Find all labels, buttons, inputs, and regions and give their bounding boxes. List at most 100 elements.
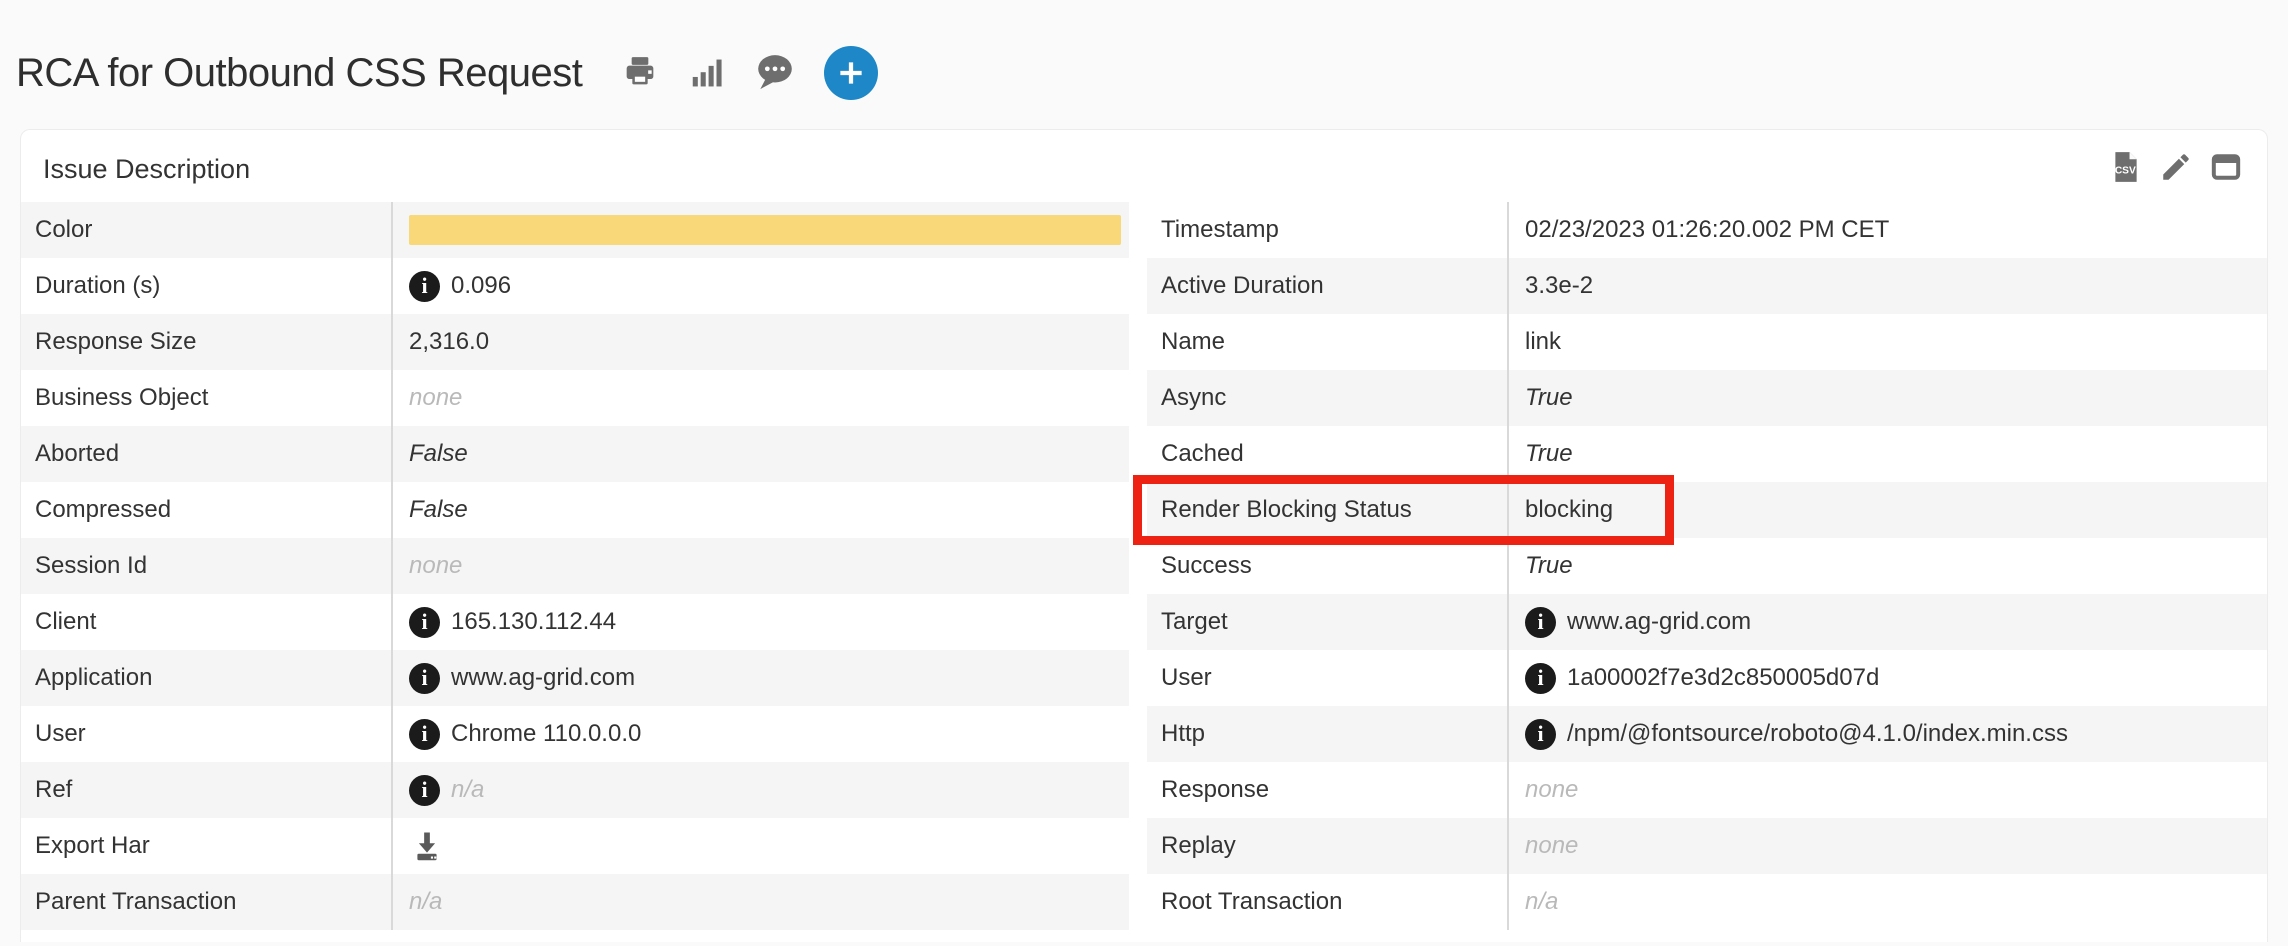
table-row: AbortedFalse [21,426,1129,482]
row-value: i www.ag-grid.com [393,650,1129,706]
value-text: False [409,496,468,524]
info-icon[interactable]: i [409,719,440,750]
row-value: True [1509,370,2267,426]
table-row: Business Objectnone [21,370,1129,426]
row-label: Replay [1147,818,1509,874]
row-label: Name [1147,314,1509,370]
info-icon[interactable]: i [1525,607,1556,638]
row-value: in/a [393,762,1129,818]
chart-bars-icon[interactable] [688,54,726,92]
row-value: 3.3e-2 [1509,258,2267,314]
panel-title: Issue Description [43,150,250,185]
info-icon[interactable]: i [1525,663,1556,694]
row-label: Http [1147,706,1509,762]
table-row: Targeti www.ag-grid.com [1147,594,2267,650]
row-label: Response Size [21,314,393,370]
value-text: n/a [1525,888,1558,916]
value-text: 1a00002f7e3d2c850005d07d [1567,664,1879,692]
csv-export-icon[interactable]: CSV [2109,150,2143,184]
value-text: 165.130.112.44 [451,608,616,636]
row-label: Color [21,202,393,258]
row-label: Timestamp [1147,202,1509,258]
table-row: Duration (s)i0.096 [21,258,1129,314]
row-label: Duration (s) [21,258,393,314]
info-icon[interactable]: i [409,607,440,638]
table-row: UseriChrome 110.0.0.0 [21,706,1129,762]
table-row: Root Transaction n/a [1147,874,2267,930]
row-label: User [1147,650,1509,706]
value-text: False [409,440,468,468]
row-value: n/a [1509,874,2267,930]
table-row: Responsenone [1147,762,2267,818]
value-text: True [1525,440,1573,468]
value-text: www.ag-grid.com [451,664,635,692]
table-row: Color [21,202,1129,258]
row-label: Success [1147,538,1509,594]
right-property-table: Timestamp 02/23/2023 01:26:20.002 PM CET A… [1147,202,2267,930]
page-header: RCA for Outbound CSS Request [0,0,2288,129]
table-row: Cached True [1147,426,2267,482]
window-icon[interactable] [2209,150,2243,184]
row-label: Compressed [21,482,393,538]
row-value: none [1509,818,2267,874]
row-value: n/a [393,874,1129,930]
row-value [393,818,1129,874]
row-label: Async [1147,370,1509,426]
svg-text:CSV: CSV [2115,165,2136,176]
value-text: /npm/@fontsource/roboto@4.1.0/index.min.… [1567,720,2068,748]
row-label: Target [1147,594,1509,650]
row-value: i www.ag-grid.com [1509,594,2267,650]
row-value: i 165.130.112.44 [393,594,1129,650]
table-row: Timestamp 02/23/2023 01:26:20.002 PM CET [1147,202,2267,258]
row-label: Client [21,594,393,650]
row-label: Parent Transaction [21,874,393,930]
row-label: Active Duration [1147,258,1509,314]
value-text: link [1525,328,1561,356]
table-row: Active Duration3.3e-2 [1147,258,2267,314]
left-property-table: ColorDuration (s)i0.096Response Size 2,31… [21,202,1129,930]
info-icon[interactable]: i [409,663,440,694]
edit-icon[interactable] [2159,150,2193,184]
table-row: Replaynone [1147,818,2267,874]
value-text: n/a [409,888,442,916]
value-text: True [1525,384,1573,412]
panel-header: Issue Description CSV [21,130,2267,202]
row-value: iChrome 110.0.0.0 [393,706,1129,762]
comment-icon[interactable] [754,52,796,94]
row-label: Session Id [21,538,393,594]
value-text: True [1525,552,1573,580]
row-label: Response [1147,762,1509,818]
download-icon[interactable] [409,828,445,864]
table-row: Applicationiwww.ag-grid.com [21,650,1129,706]
value-text: 02/23/2023 01:26:20.002 PM CET [1525,216,1889,244]
row-value: none [393,538,1129,594]
row-value: 02/23/2023 01:26:20.002 PM CET [1509,202,2267,258]
info-icon[interactable]: i [409,775,440,806]
table-row: Clienti 165.130.112.44 [21,594,1129,650]
add-button[interactable] [824,46,878,100]
table-row: Refin/a [21,762,1129,818]
table-row: Async True [1147,370,2267,426]
info-icon[interactable]: i [1525,719,1556,750]
row-value: i 1a00002f7e3d2c850005d07d [1509,650,2267,706]
print-icon[interactable] [620,53,660,93]
row-label: Ref [21,762,393,818]
row-value: none [1509,762,2267,818]
info-icon[interactable]: i [409,271,440,302]
row-value: False [393,482,1129,538]
table-row: Session Idnone [21,538,1129,594]
value-text: none [409,384,462,412]
value-text: 2,316.0 [409,328,489,356]
table-row: Render Blocking Statusblocking [1147,482,2267,538]
row-value: 2,316.0 [393,314,1129,370]
row-label: Render Blocking Status [1147,482,1509,538]
value-text: www.ag-grid.com [1567,608,1751,636]
table-row: Useri 1a00002f7e3d2c850005d07d [1147,650,2267,706]
row-value [393,202,1129,258]
row-label: Root Transaction [1147,874,1509,930]
table-row: Compressed False [21,482,1129,538]
property-grid: ColorDuration (s)i0.096Response Size 2,31… [21,202,2267,930]
row-label: Cached [1147,426,1509,482]
panel-actions: CSV [2109,150,2243,184]
row-value: i0.096 [393,258,1129,314]
